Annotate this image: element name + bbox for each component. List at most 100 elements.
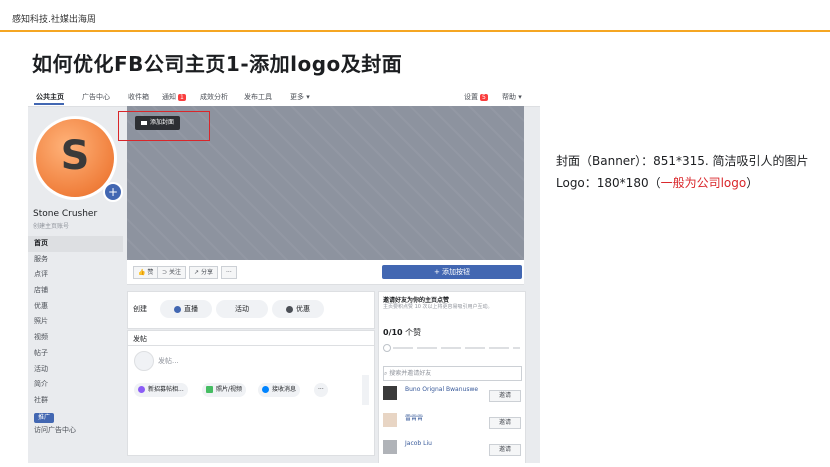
cover-highlight-box — [118, 111, 210, 141]
job-icon — [138, 386, 145, 393]
header-rule — [0, 30, 830, 32]
sidebar-item-reviews[interactable]: 点评 — [28, 267, 123, 283]
photo-icon — [206, 386, 213, 393]
friend-avatar — [383, 440, 397, 454]
create-box: 创建 直播 活动 优惠 — [127, 291, 375, 329]
rss-icon: ⊃ — [162, 269, 168, 276]
nav-help[interactable]: 帮助 ▾ — [502, 92, 522, 102]
sidebar-item-services[interactable]: 服务 — [28, 252, 123, 268]
sidebar-item-about[interactable]: 简介 — [28, 377, 123, 393]
composer-scrollbar[interactable] — [362, 375, 369, 405]
sidebar-item-videos[interactable]: 视频 — [28, 330, 123, 346]
like-button[interactable]: 👍 赞 — [133, 266, 159, 279]
progress-circle — [383, 344, 391, 352]
nav-page[interactable]: 公共主页 — [36, 92, 64, 102]
get-messages-button[interactable]: 接收消息 — [258, 383, 301, 397]
promote-button[interactable]: 推广 — [34, 413, 54, 423]
profile-avatar[interactable]: S + — [33, 116, 123, 202]
get-messages-label: 接收消息 — [272, 386, 297, 393]
invite-button[interactable]: 邀请 — [489, 444, 521, 456]
share-label: 分享 — [200, 269, 213, 276]
invite-title: 邀请好友为你的主页点赞 — [383, 297, 450, 304]
like-icon: 👍 — [138, 269, 146, 276]
like-count-value: 0/10 — [383, 328, 403, 337]
nav-insights[interactable]: 成效分析 — [200, 92, 228, 102]
friend-search-input[interactable]: ⌕ 搜索并邀请好友 — [383, 366, 522, 381]
follow-label: 关注 — [168, 269, 181, 276]
nav-notifications[interactable]: 通知 1 — [162, 92, 186, 102]
post-input[interactable]: 发帖... — [158, 356, 179, 366]
invite-button[interactable]: 邀请 — [489, 417, 521, 429]
nav-more[interactable]: 更多 ▾ — [290, 92, 310, 102]
sidebar-item-offers[interactable]: 优惠 — [28, 299, 123, 315]
live-icon — [174, 305, 181, 313]
create-offer-button[interactable]: 优惠 — [272, 300, 324, 318]
avatar-logo: S — [36, 119, 114, 197]
photo-video-button[interactable]: 照片/视频 — [202, 383, 247, 397]
composer-avatar — [134, 351, 154, 371]
create-label: 创建 — [133, 305, 147, 313]
sidebar-menu: 首页 服务 点评 店铺 优惠 照片 视频 帖子 活动 简介 社群 — [28, 236, 123, 409]
friend-name[interactable]: Jacob Liu — [405, 440, 432, 447]
sidebar-item-home[interactable]: 首页 — [28, 236, 123, 252]
friend-row: Jacob Liu 邀请 — [383, 440, 523, 460]
post-label: 发帖 — [133, 335, 147, 343]
note-logo-size: Logo：180*180（一般为公司logo） — [556, 172, 818, 194]
live-label: 直播 — [184, 305, 198, 313]
nav-active-underline — [34, 103, 64, 105]
more-actions-button[interactable]: ··· — [221, 266, 237, 279]
nav-settings-label: 设置 — [464, 93, 478, 101]
friend-avatar — [383, 413, 397, 427]
search-icon: ⌕ — [384, 370, 388, 377]
nav-publishing-tools[interactable]: 发布工具 — [244, 92, 272, 102]
nav-settings[interactable]: 设置 5 — [464, 92, 488, 102]
visit-ad-center-link[interactable]: 访问广告中心 — [34, 425, 76, 435]
friend-row: 雷霄霄 邀请 — [383, 413, 523, 433]
photo-video-label: 照片/视频 — [216, 386, 243, 393]
brand-text: 感知科技.社媒出海周 — [12, 15, 96, 25]
create-event-button[interactable]: 活动 — [216, 300, 268, 318]
nav-notifications-label: 通知 — [162, 93, 176, 101]
add-photo-icon[interactable]: + — [103, 182, 123, 202]
messenger-icon — [262, 386, 269, 393]
follow-button[interactable]: ⊃ 关注 — [157, 266, 186, 279]
annotation-text: 封面（Banner）：851*315. 简洁吸引人的图片 Logo：180*18… — [556, 150, 818, 194]
like-count-suffix: 个赞 — [402, 328, 422, 337]
like-progress — [383, 344, 520, 352]
add-button-cta[interactable]: + 添加按钮 — [382, 265, 522, 279]
note-logo-red: 一般为公司logo — [660, 176, 747, 190]
page-handle-link[interactable]: 创建主页账号 — [33, 221, 69, 230]
post-divider — [128, 345, 374, 346]
friend-search-placeholder: 搜索并邀请好友 — [389, 370, 432, 377]
fb-top-nav: 公共主页 广告中心 收件箱 通知 1 成效分析 发布工具 更多 ▾ 设置 5 帮助 … — [28, 88, 540, 107]
friend-row: Buno Orignal Bwanuswe 邀请 — [383, 386, 523, 406]
friend-avatar — [383, 386, 397, 400]
nav-ad-center[interactable]: 广告中心 — [82, 92, 110, 102]
job-post-label: 新招募帖相... — [148, 386, 184, 393]
slide-header: 感知科技.社媒出海周 — [0, 0, 830, 34]
share-button[interactable]: ↗ 分享 — [189, 266, 218, 279]
note-logo-suffix: ） — [746, 176, 759, 190]
friend-name[interactable]: Buno Orignal Bwanuswe — [405, 386, 478, 393]
sidebar-item-posts[interactable]: 帖子 — [28, 346, 123, 362]
go-live-button[interactable]: 直播 — [160, 300, 212, 318]
sidebar-item-shop[interactable]: 店铺 — [28, 283, 123, 299]
like-count: 0/10 个赞 — [383, 327, 421, 338]
more-post-options-button[interactable]: ··· — [314, 383, 328, 397]
nav-inbox[interactable]: 收件箱 — [128, 92, 149, 102]
job-post-button[interactable]: 新招募帖相... — [134, 383, 188, 397]
note-logo-prefix: Logo：180*180（ — [556, 176, 661, 190]
sidebar-item-events[interactable]: 活动 — [28, 362, 123, 378]
left-column: S + Stone Crusher 创建主页账号 首页 服务 点评 店铺 优惠 … — [28, 106, 123, 463]
progress-track — [393, 347, 520, 349]
friend-name[interactable]: 雷霄霄 — [405, 413, 423, 422]
settings-badge: 5 — [480, 94, 488, 101]
invite-button[interactable]: 邀请 — [489, 390, 521, 402]
invite-description: 主页要积点赞 10 次以上将更容易吸引用户互动。 — [383, 304, 493, 310]
post-composer: 发帖 发帖... 新招募帖相... 照片/视频 接收消息 ··· — [127, 330, 375, 456]
slide-title: 如何优化FB公司主页1-添加logo及封面 — [32, 52, 403, 76]
share-icon: ↗ — [194, 269, 200, 276]
sidebar-item-photos[interactable]: 照片 — [28, 314, 123, 330]
sidebar-item-community[interactable]: 社群 — [28, 393, 123, 409]
note-cover-size: 封面（Banner）：851*315. 简洁吸引人的图片 — [556, 154, 809, 168]
